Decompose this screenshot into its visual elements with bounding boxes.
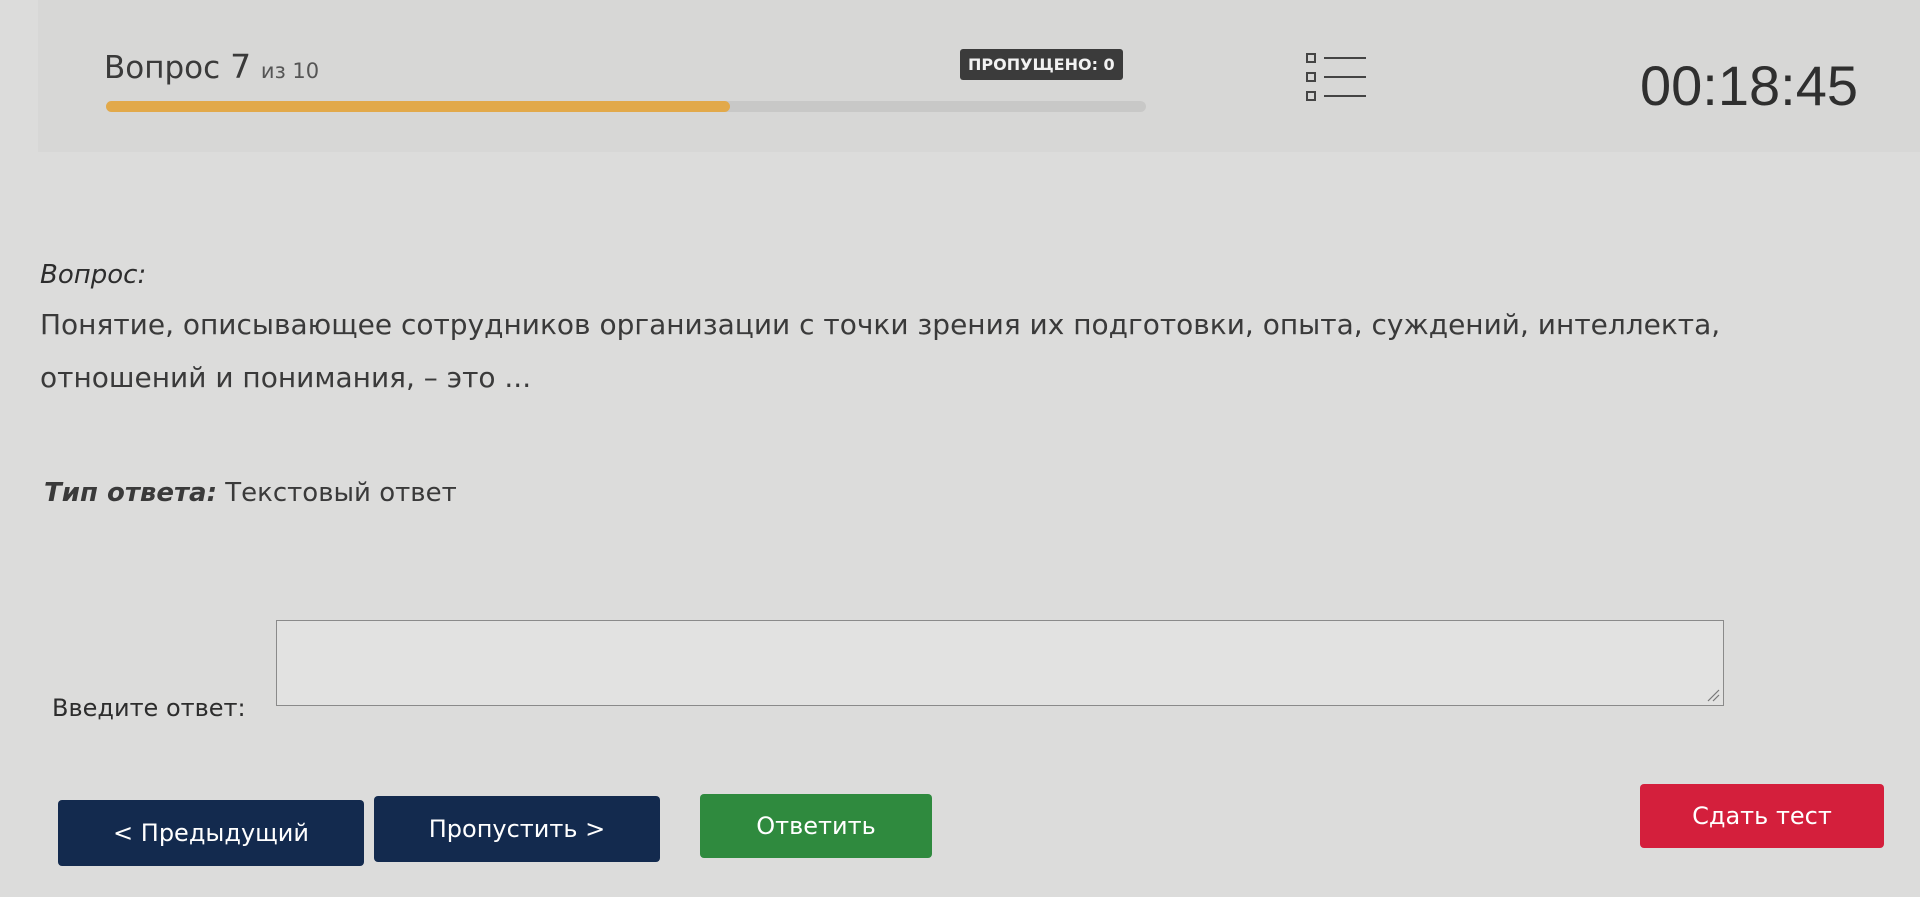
question-text: Понятие, описывающее сотрудников организ… <box>40 308 1721 394</box>
previous-button[interactable]: < Предыдущий <box>58 800 364 866</box>
answer-button[interactable]: Ответить <box>700 794 932 858</box>
current-question-number: 7 <box>230 47 252 86</box>
question-counter: Вопрос 7 из 10 <box>104 50 319 84</box>
answer-textarea[interactable] <box>276 620 1724 706</box>
skip-button[interactable]: Пропустить > <box>374 796 660 862</box>
countdown-timer: 00:18:45 <box>1640 54 1858 117</box>
answer-type-label: Тип ответа: <box>44 478 217 508</box>
answer-input-label: Введите ответ: <box>52 694 246 722</box>
progress-bar <box>106 101 1146 112</box>
question-list-icon[interactable] <box>1304 49 1368 111</box>
question-counter-label: Вопрос <box>104 50 221 86</box>
skipped-badge: ПРОПУЩЕНО: 0 <box>960 49 1123 80</box>
answer-type-value: Текстовый ответ <box>225 478 457 508</box>
progress-bar-fill <box>106 101 730 112</box>
answer-type: Тип ответа: Текстовый ответ <box>44 478 457 508</box>
resize-grip-icon[interactable] <box>1706 688 1720 702</box>
question-label: Вопрос: <box>40 260 147 290</box>
question-total: из 10 <box>260 59 320 83</box>
submit-test-button[interactable]: Сдать тест <box>1640 784 1884 848</box>
